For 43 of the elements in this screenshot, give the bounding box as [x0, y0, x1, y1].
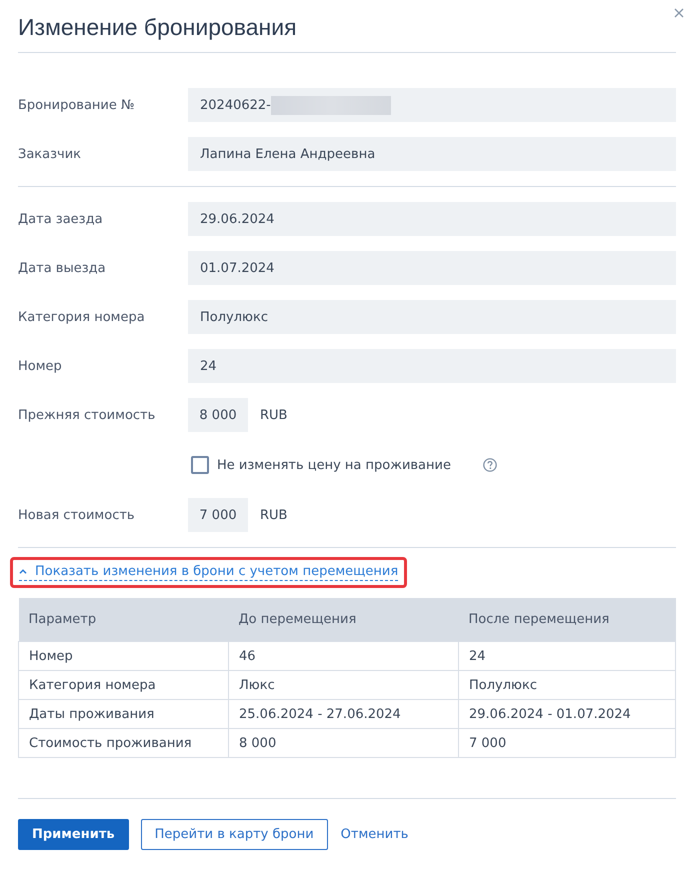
table-cell: Полулюкс — [458, 670, 676, 700]
table-cell: 46 — [228, 642, 458, 670]
field-label: Бронирование № — [18, 98, 136, 112]
readonly-field: 01.07.2024 — [188, 251, 676, 285]
help-icon[interactable] — [482, 458, 497, 472]
column-header: Параметр — [18, 598, 228, 642]
checkbox[interactable] — [191, 456, 209, 474]
table-cell: 7 000 — [458, 728, 676, 758]
readonly-field: 29.06.2024 — [188, 202, 676, 236]
price-field: 7 000 — [188, 498, 248, 532]
column-header: До перемещения — [228, 598, 458, 642]
currency-label: RUB — [260, 508, 288, 522]
dialog-title: Изменение бронирования — [18, 12, 297, 40]
field-label: Прежняя стоимость — [18, 408, 156, 422]
cancel-link[interactable]: Отменить — [340, 827, 408, 842]
caret-icon — [19, 569, 27, 574]
field-label: Категория номера — [18, 310, 146, 324]
currency-label: RUB — [260, 408, 288, 422]
field-label: Дата заезда — [18, 212, 104, 226]
open-booking-button[interactable]: Перейти в карту брони — [140, 819, 328, 850]
checkbox-label[interactable]: Не изменять цену на проживание — [217, 458, 451, 472]
table-cell: Категория номера — [18, 670, 228, 700]
show-changes-link[interactable]: Показать изменения в брони с учетом перемещения — [19, 564, 398, 581]
table-cell: 24 — [458, 642, 676, 670]
close-icon[interactable] — [674, 8, 684, 18]
table-cell: Даты проживания — [18, 700, 228, 728]
table-cell: 25.06.2024 - 27.06.2024 — [228, 700, 458, 728]
field-label: Дата выезда — [18, 260, 107, 276]
readonly-field: Полулюкс — [188, 300, 676, 334]
field-label: Заказчик — [18, 146, 82, 162]
table-cell: Люкс — [228, 670, 458, 700]
price-field: 8 000 — [188, 398, 248, 432]
table-cell: Номер — [18, 642, 228, 670]
table-cell: 8 000 — [228, 728, 458, 758]
table-cell: 29.06.2024 - 01.07.2024 — [458, 700, 676, 728]
readonly-field: Лапина Елена Андреевна — [188, 137, 676, 171]
column-header: После перемещения — [458, 598, 676, 642]
readonly-field: 20240622- — [188, 88, 676, 122]
field-label: Новая стоимость — [18, 508, 136, 522]
table-cell: Стоимость проживания — [18, 728, 228, 758]
readonly-field: 24 — [188, 349, 676, 383]
field-label: Номер — [18, 358, 63, 374]
apply-button[interactable]: Применить — [18, 819, 129, 850]
